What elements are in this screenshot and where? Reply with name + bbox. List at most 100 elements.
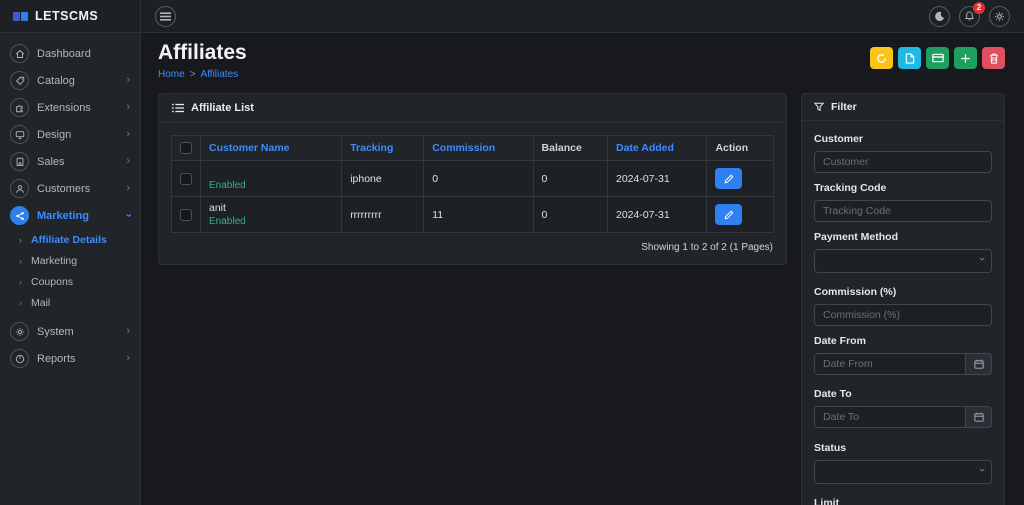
notifications-button[interactable]: 2 xyxy=(959,6,980,27)
commission-label: Commission (%) xyxy=(814,286,992,298)
breadcrumb-current-link[interactable]: Affiliates xyxy=(201,69,239,80)
chevron-right-icon: › xyxy=(126,102,130,113)
date-added-cell: 2024-07-31 xyxy=(607,161,706,197)
main-content: Affiliates Home > Affiliates xyxy=(141,33,1024,505)
customer-label: Customer xyxy=(814,133,992,145)
share-icon xyxy=(10,206,29,225)
date-from-picker-button[interactable] xyxy=(965,353,992,375)
limit-label: Limit xyxy=(814,497,992,505)
date-from-label: Date From xyxy=(814,335,992,347)
sidebar-item-coupons[interactable]: › Coupons xyxy=(0,271,140,292)
sidebar-item-catalog[interactable]: Catalog › xyxy=(0,67,140,94)
commission-cell: 0 xyxy=(424,161,533,197)
breadcrumb-separator: > xyxy=(190,69,196,80)
chevron-down-icon: › xyxy=(123,214,134,218)
sidebar-item-mail[interactable]: › Mail xyxy=(0,292,140,313)
moon-icon xyxy=(934,11,945,22)
gear-icon xyxy=(10,322,29,341)
row-checkbox[interactable] xyxy=(180,173,192,185)
monitor-icon xyxy=(10,125,29,144)
customer-input[interactable] xyxy=(814,151,992,173)
sort-date-added[interactable]: Date Added xyxy=(616,142,674,154)
balance-cell: 0 xyxy=(533,197,607,233)
sidebar-item-customers[interactable]: Customers › xyxy=(0,175,140,202)
sidebar-toggle-button[interactable] xyxy=(155,6,176,27)
sidebar-item-extensions[interactable]: Extensions › xyxy=(0,94,140,121)
puzzle-icon xyxy=(10,98,29,117)
card-title: Affiliate List xyxy=(191,102,254,114)
payment-method-label: Payment Method xyxy=(814,231,992,243)
balance-cell: 0 xyxy=(533,161,607,197)
affiliate-table: Customer Name Tracking Commission Balanc… xyxy=(171,135,774,233)
calendar-icon xyxy=(974,412,984,422)
sort-tracking[interactable]: Tracking xyxy=(350,142,393,154)
caret-right-icon: › xyxy=(19,235,22,245)
chevron-right-icon: › xyxy=(126,156,130,167)
notification-badge: 2 xyxy=(973,2,985,14)
column-balance: Balance xyxy=(542,142,582,154)
date-to-input[interactable] xyxy=(814,406,965,428)
row-checkbox[interactable] xyxy=(180,209,192,221)
filter-title: Filter xyxy=(831,101,857,113)
sidebar-item-marketing[interactable]: Marketing › xyxy=(0,202,140,229)
edit-button[interactable] xyxy=(715,168,742,189)
dark-mode-toggle-button[interactable] xyxy=(929,6,950,27)
sidebar-item-design[interactable]: Design › xyxy=(0,121,140,148)
sidebar-item-dashboard[interactable]: Dashboard xyxy=(0,40,140,67)
topbar-main: 2 xyxy=(141,0,1024,32)
breadcrumb-home-link[interactable]: Home xyxy=(158,69,185,80)
tracking-code-input[interactable] xyxy=(814,200,992,222)
tracking-cell: iphone xyxy=(342,161,424,197)
caret-right-icon: › xyxy=(19,277,22,287)
file-icon xyxy=(905,53,915,64)
column-action: Action xyxy=(715,142,748,154)
credit-card-icon xyxy=(932,53,944,63)
list-icon xyxy=(172,103,184,113)
sidebar-item-reports[interactable]: Reports › xyxy=(0,345,140,372)
chevron-right-icon: › xyxy=(126,353,130,364)
page-title: Affiliates xyxy=(158,41,247,65)
add-affiliate-button[interactable] xyxy=(954,47,977,69)
plus-icon xyxy=(960,53,971,64)
brand[interactable]: LETSCMS xyxy=(0,0,141,32)
sort-customer-name[interactable]: Customer Name xyxy=(209,142,290,154)
commission-cell: 11 xyxy=(424,197,533,233)
caret-right-icon: › xyxy=(19,298,22,308)
commission-input[interactable] xyxy=(814,304,992,326)
chevron-right-icon: › xyxy=(126,75,130,86)
status-badge: Enabled xyxy=(209,216,333,227)
home-icon xyxy=(10,44,29,63)
refresh-button[interactable] xyxy=(870,47,893,69)
pencil-icon xyxy=(724,210,734,220)
funnel-icon xyxy=(814,102,824,112)
edit-button[interactable] xyxy=(715,204,742,225)
sidebar-item-affiliate-details[interactable]: › Affiliate Details xyxy=(0,229,140,250)
chevron-right-icon: › xyxy=(126,183,130,194)
brand-logo-icon xyxy=(13,12,28,21)
date-from-input[interactable] xyxy=(814,353,965,375)
payment-method-select[interactable] xyxy=(814,249,992,273)
select-all-checkbox[interactable] xyxy=(180,142,192,154)
affiliate-list-card: Affiliate List Customer Name Tracking Co… xyxy=(158,93,787,265)
customer-name: anit xyxy=(209,202,333,214)
date-to-label: Date To xyxy=(814,388,992,400)
sidebar-item-system[interactable]: System › xyxy=(0,318,140,345)
hamburger-icon xyxy=(160,12,171,21)
status-select[interactable] xyxy=(814,460,992,484)
page-action-buttons xyxy=(870,47,1005,69)
report-icon xyxy=(10,349,29,368)
sort-commission[interactable]: Commission xyxy=(432,142,495,154)
report-file-button[interactable] xyxy=(898,47,921,69)
date-added-cell: 2024-07-31 xyxy=(607,197,706,233)
status-label: Status xyxy=(814,442,992,454)
table-row: Enabled iphone 0 0 2024-07-31 xyxy=(172,161,774,197)
trash-icon xyxy=(989,53,999,64)
settings-button[interactable] xyxy=(989,6,1010,27)
date-to-picker-button[interactable] xyxy=(965,406,992,428)
table-row: anit Enabled rrrrrrrrr 11 0 2024-07-31 xyxy=(172,197,774,233)
sidebar-item-sales[interactable]: Sales › xyxy=(0,148,140,175)
topbar: LETSCMS 2 xyxy=(0,0,1024,33)
payment-card-button[interactable] xyxy=(926,47,949,69)
sidebar-item-marketing-sub[interactable]: › Marketing xyxy=(0,250,140,271)
delete-button[interactable] xyxy=(982,47,1005,69)
